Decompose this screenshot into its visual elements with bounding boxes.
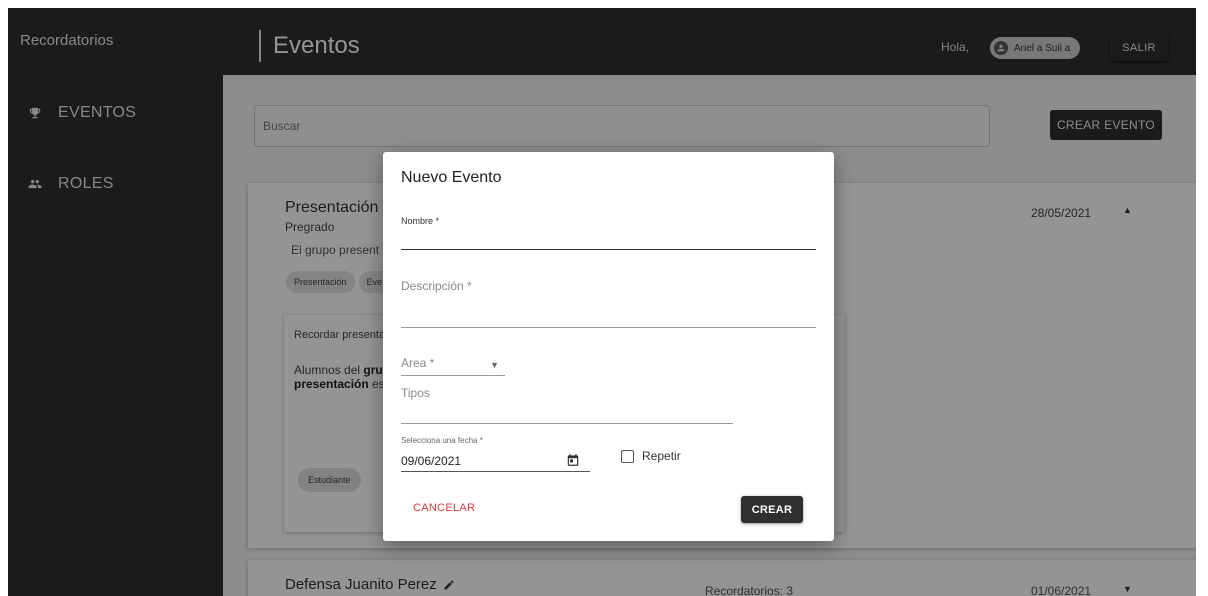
tipos-field[interactable]: Tipos — [401, 386, 733, 424]
calendar-icon[interactable] — [566, 453, 580, 467]
dialog-title: Nuevo Evento — [401, 169, 502, 186]
descripcion-label: Descripción * — [401, 279, 472, 293]
repeat-label: Repetir — [642, 449, 681, 463]
date-label: Selecciona una fecha * — [401, 436, 483, 445]
date-value: 09/06/2021 — [401, 454, 462, 468]
nombre-field[interactable]: Nombre * — [401, 216, 816, 250]
dropdown-caret-icon: ▼ — [490, 360, 499, 370]
area-select[interactable]: Area * ▼ — [401, 356, 505, 376]
descripcion-field[interactable]: Descripción * — [401, 279, 816, 328]
tipos-label: Tipos — [401, 386, 430, 400]
cancel-button[interactable]: CANCELAR — [413, 502, 475, 514]
repeat-checkbox-row[interactable]: Repetir — [621, 449, 681, 463]
nombre-label: Nombre * — [401, 216, 440, 226]
repeat-checkbox[interactable] — [621, 449, 634, 463]
create-button[interactable]: CREAR — [741, 496, 803, 523]
new-event-dialog: Nuevo Evento Nombre * Descripción * Area… — [383, 152, 834, 541]
area-label: Area * — [401, 356, 435, 370]
date-field[interactable]: Selecciona una fecha * 09/06/2021 — [401, 436, 590, 472]
